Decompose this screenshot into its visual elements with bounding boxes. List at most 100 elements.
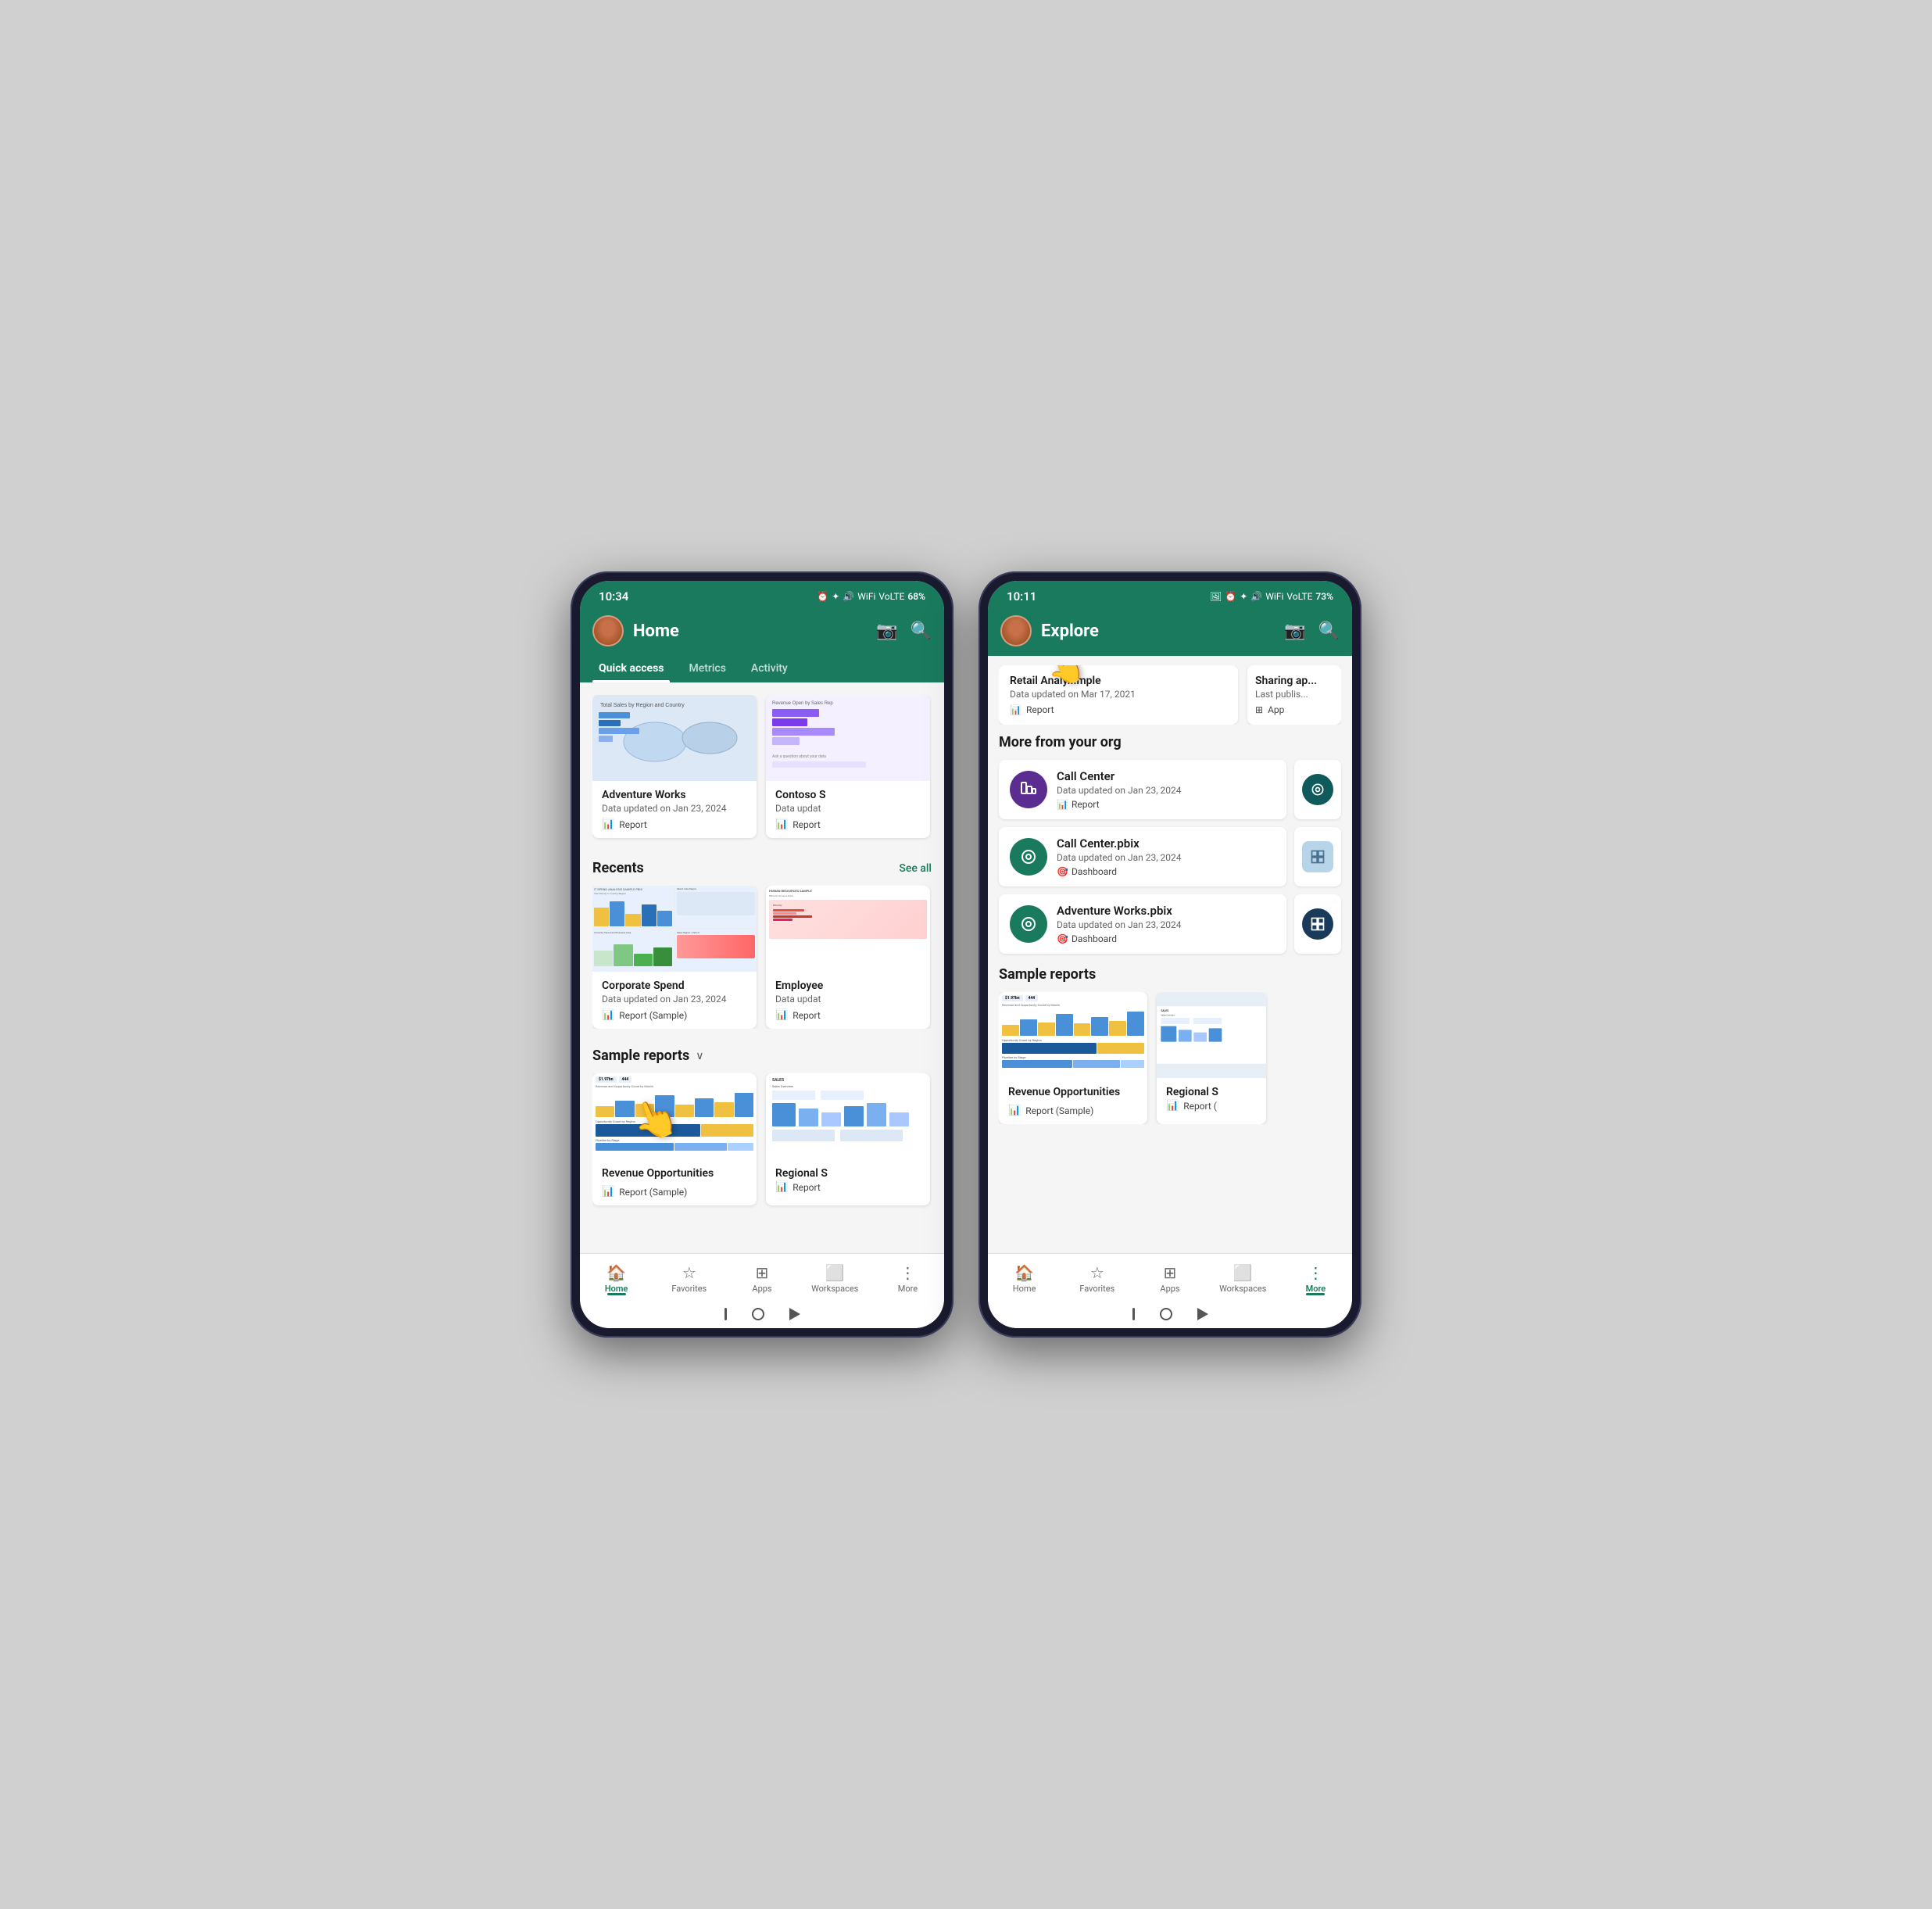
card-regional-explore[interactable]: SALES Sales Overview (1157, 992, 1266, 1124)
card-subtitle-contoso: Data updat (775, 803, 921, 814)
sharing-title: Sharing ap... (1255, 675, 1333, 687)
nav-home[interactable]: 🏠 Home (580, 1260, 653, 1297)
nav-more-explore[interactable]: ⋮ More (1279, 1260, 1352, 1297)
card-preview-employee: HUMAN RESOURCES SAMPLE Ethnicity Group &… (766, 886, 930, 972)
status-icons-explore: 🖼 ⏰ ✦ 🔊 WiFi VoLTE 73% (1210, 591, 1333, 602)
back-btn[interactable] (789, 1308, 800, 1320)
card-retail-analysis[interactable]: 👆 Retail Analy...mple Data updated on Ma… (999, 665, 1238, 725)
avatar[interactable] (592, 615, 624, 646)
card-title-revenue-explore: Revenue Opportunities (1008, 1086, 1138, 1098)
card-revenue-opps-explore[interactable]: $1.97bn 444 Revenue and Opportunity Coun… (999, 992, 1147, 1124)
explore-item-call-center[interactable]: Call Center Data updated on Jan 23, 2024… (999, 760, 1286, 819)
apps-icon: ⊞ (756, 1263, 769, 1282)
nav-workspaces-explore[interactable]: ⬜ Workspaces (1207, 1260, 1279, 1297)
explore-item-adventure-works-pbix[interactable]: Adventure Works.pbix Data updated on Jan… (999, 894, 1286, 954)
explore-item-partial-3[interactable] (1294, 894, 1341, 954)
search-icon-explore[interactable]: 🔍 (1318, 621, 1340, 641)
camera-icon-explore[interactable]: 📷 (1284, 621, 1305, 641)
tab-quick-access[interactable]: Quick access (586, 656, 676, 682)
explore-item-call-center-pbix[interactable]: Call Center.pbix Data updated on Jan 23,… (999, 827, 1286, 886)
nav-favorites[interactable]: ☆ Favorites (653, 1260, 725, 1297)
favorites-icon: ☆ (682, 1263, 696, 1282)
card-type-regional: 📊 Report (775, 1181, 921, 1193)
chart-icon-cc: 📊 (1057, 799, 1068, 810)
nav-apps-explore[interactable]: ⊞ Apps (1133, 1260, 1206, 1297)
quick-access-section: Total Sales by Region and Country Advent… (580, 682, 944, 847)
chart-icon-retail: 📊 (1010, 704, 1021, 715)
home-btn[interactable] (752, 1308, 764, 1320)
sharing-type: ⊞ App (1255, 704, 1333, 715)
quick-access-cards-row: Total Sales by Region and Country Advent… (592, 695, 932, 841)
chevron-down-icon: ∨ (696, 1050, 703, 1062)
card-employee[interactable]: HUMAN RESOURCES SAMPLE Ethnicity Group &… (766, 886, 930, 1029)
tab-activity[interactable]: Activity (739, 656, 800, 682)
card-body-employee: Employee Data updat 📊 Report (766, 972, 930, 1029)
card-title-regional-explore: Regional S (1166, 1086, 1257, 1098)
card-corporate-spend[interactable]: IT SPEND ANALYSIS SAMPLE PBIX Year Plan … (592, 886, 757, 1029)
explore-sample-reports: Sample reports $1.97bn 444 Revenue (999, 966, 1341, 1124)
home-btn-explore[interactable] (1160, 1308, 1172, 1320)
nav-favorites-label-explore: Favorites (1079, 1284, 1114, 1294)
avatar-image (594, 617, 622, 645)
card-type-employee: 📊 Report (775, 1009, 921, 1021)
app-icon-sharing: ⊞ (1255, 704, 1263, 715)
tabs-home: Quick access Metrics Activity (580, 656, 944, 682)
workspaces-icon-explore: ⬜ (1233, 1263, 1253, 1282)
recents-section: Recents See all IT SPEND ANALYSIS SAMPLE… (580, 847, 944, 1035)
card-type-adventure-works: 📊 Report (602, 818, 747, 830)
tab-metrics[interactable]: Metrics (676, 656, 738, 682)
grid-cell-1: IT SPEND ANALYSIS SAMPLE PBIX Year Plan … (592, 886, 674, 928)
more-from-org-title: More from your org (999, 734, 1341, 750)
sharing-subtitle: Last publis... (1255, 689, 1333, 700)
card-adventure-works[interactable]: Total Sales by Region and Country Advent… (592, 695, 757, 838)
alarm-icon: ⏰ (817, 591, 828, 602)
card-sharing-app[interactable]: Sharing ap... Last publis... ⊞ App (1247, 665, 1341, 725)
recents-cards-row: IT SPEND ANALYSIS SAMPLE PBIX Year Plan … (592, 886, 932, 1029)
svg-text:Revenue Open by Sales Rep: Revenue Open by Sales Rep (772, 701, 833, 706)
avatar-explore[interactable] (1000, 615, 1032, 646)
media-icon: 🖼 (1210, 591, 1222, 602)
card-preview-contoso: Revenue Open by Sales Rep Ask a question… (766, 695, 930, 781)
card-type-regional-explore: 📊 Report ( (1166, 1100, 1257, 1112)
nav-apps[interactable]: ⊞ Apps (725, 1260, 798, 1297)
card-revenue-opps[interactable]: $1.97bn 444 Revenue and Opportunity Coun… (592, 1073, 757, 1205)
chart-icon-5: 📊 (602, 1186, 614, 1198)
bluetooth-icon-2: ✦ (1240, 591, 1247, 602)
card-title-corporate: Corporate Spend (602, 980, 747, 992)
chart-icon-2: 📊 (775, 818, 788, 830)
svg-text:Sales Overview: Sales Overview (772, 1084, 793, 1088)
explore-item-partial-1[interactable] (1294, 760, 1341, 819)
call-center-icon (1010, 771, 1047, 808)
chart-icon-4: 📊 (775, 1009, 788, 1021)
svg-text:SALES: SALES (1161, 1009, 1168, 1012)
card-title-regional: Regional S (775, 1167, 921, 1180)
phone-bottom-home (580, 1300, 944, 1328)
nav-favorites-explore[interactable]: ☆ Favorites (1061, 1260, 1133, 1297)
call-center-pbix-text: Call Center.pbix Data updated on Jan 23,… (1057, 836, 1275, 877)
phone-explore: 10:11 🖼 ⏰ ✦ 🔊 WiFi VoLTE 73% Explore 📷 🔍 (979, 571, 1361, 1338)
home-icon: 🏠 (606, 1263, 626, 1282)
card-preview-adventure-works: Total Sales by Region and Country (592, 695, 757, 781)
nav-active-indicator-explore (1306, 1293, 1325, 1295)
alarm-icon-2: ⏰ (1225, 591, 1236, 602)
see-all-link[interactable]: See all (899, 862, 932, 875)
recent-apps-btn-explore[interactable] (1132, 1308, 1135, 1320)
recents-title: Recents (592, 860, 644, 876)
nav-more[interactable]: ⋮ More (871, 1260, 944, 1297)
avatar-image-explore (1002, 617, 1030, 645)
back-btn-explore[interactable] (1197, 1308, 1208, 1320)
page-title-home: Home (633, 621, 867, 641)
app-header-home: Home 📷 🔍 (580, 609, 944, 656)
recent-apps-btn[interactable] (724, 1308, 727, 1320)
nav-workspaces[interactable]: ⬜ Workspaces (799, 1260, 871, 1297)
retail-type: 📊 Report (1010, 704, 1227, 715)
explore-content: 👆 Retail Analy...mple Data updated on Ma… (988, 656, 1352, 1253)
dashboard-icon-aw: 🎯 (1057, 933, 1068, 944)
search-icon[interactable]: 🔍 (911, 621, 932, 641)
card-regional[interactable]: SALES Sales Overview (766, 1073, 930, 1205)
camera-icon[interactable]: 📷 (876, 621, 897, 641)
card-contoso[interactable]: Revenue Open by Sales Rep Ask a question… (766, 695, 930, 838)
explore-item-partial-2[interactable] (1294, 827, 1341, 886)
card-preview-revenue-explore: $1.97bn 444 Revenue and Opportunity Coun… (999, 992, 1147, 1078)
nav-home-explore[interactable]: 🏠 Home (988, 1260, 1061, 1297)
